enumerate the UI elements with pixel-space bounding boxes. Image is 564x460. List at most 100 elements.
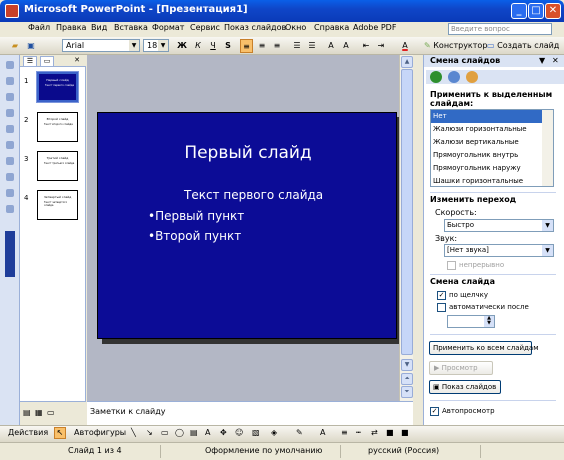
current-slide[interactable]: Первый слайд Текст первого слайда •Первы…: [97, 112, 397, 339]
tool-icon[interactable]: [6, 189, 14, 197]
menu-tools[interactable]: Сервис: [190, 23, 220, 32]
tab-slides[interactable]: ▭: [40, 56, 54, 67]
list-scrollbar[interactable]: [542, 110, 553, 186]
menu-help[interactable]: Справка: [314, 23, 349, 32]
scroll-up-icon[interactable]: ▲: [401, 56, 413, 68]
auto-advance-checkbox[interactable]: [437, 303, 446, 312]
save-icon[interactable]: ▣: [25, 39, 37, 53]
3d-style-icon[interactable]: ■: [401, 428, 409, 437]
vertical-scrollbar[interactable]: ▲ ▼ ⏶ ⏷: [399, 55, 413, 401]
transition-list[interactable]: Нет Жалюзи горизонтальные Жалюзи вертика…: [430, 109, 554, 187]
close-icon[interactable]: ✕: [70, 56, 84, 67]
increase-font-icon[interactable]: A: [325, 39, 337, 53]
home-icon[interactable]: [466, 71, 478, 83]
new-slide-button[interactable]: ▭ Создать слайд: [487, 39, 563, 53]
shadow-style-icon[interactable]: ■: [386, 428, 394, 437]
align-left-icon[interactable]: ≡: [240, 39, 253, 53]
normal-view-icon[interactable]: ▤: [23, 408, 31, 417]
select-pointer-icon[interactable]: ↖: [54, 427, 66, 439]
toolbar-handle-icon[interactable]: [6, 61, 14, 69]
next-slide-icon[interactable]: ⏷: [401, 386, 413, 398]
font-name-select[interactable]: Arial ▼: [62, 39, 140, 52]
autopreview-checkbox[interactable]: ✓: [430, 407, 439, 416]
on-click-checkbox[interactable]: ✓: [437, 291, 446, 300]
tool-icon[interactable]: [6, 157, 14, 165]
spinner-icon[interactable]: ▲ ▼: [484, 316, 494, 327]
loop-checkbox[interactable]: [447, 261, 456, 270]
tool-icon[interactable]: [6, 205, 14, 213]
slide-editing-area[interactable]: Первый слайд Текст первого слайда •Первы…: [87, 55, 413, 401]
tool-icon[interactable]: [6, 93, 14, 101]
slide-sorter-icon[interactable]: ▦: [35, 408, 43, 417]
clipart-icon[interactable]: ☺: [235, 428, 243, 437]
sound-select[interactable]: [Нет звука] ▼: [444, 244, 554, 257]
menu-format[interactable]: Формат: [152, 23, 184, 32]
bulleted-list-icon[interactable]: ☰: [306, 39, 318, 53]
font-color-icon[interactable]: A: [320, 428, 325, 437]
close-icon[interactable]: ✕: [552, 56, 559, 65]
previous-slide-icon[interactable]: ⏶: [401, 373, 413, 385]
fill-color-icon[interactable]: ◈: [271, 428, 277, 437]
design-button[interactable]: ✎ Конструктор: [424, 39, 494, 53]
slide-bullet[interactable]: •Первый пункт: [148, 209, 244, 223]
line-style-icon[interactable]: ≡: [341, 428, 348, 437]
open-icon[interactable]: ▰: [9, 39, 21, 53]
arrow-icon[interactable]: ↘: [146, 428, 153, 437]
list-item[interactable]: Жалюзи горизонтальные: [431, 123, 553, 136]
slide-thumbnail[interactable]: Второй слайд Текст второго слайда: [37, 112, 78, 142]
slide-bullet[interactable]: •Второй пункт: [148, 229, 241, 243]
bold-button[interactable]: Ж: [176, 39, 188, 53]
align-right-icon[interactable]: ≡: [271, 39, 283, 53]
font-size-select[interactable]: 18 ▼: [143, 39, 169, 52]
chevron-down-icon[interactable]: ▼: [539, 56, 545, 65]
tool-icon[interactable]: [6, 141, 14, 149]
tab-outline[interactable]: ☰: [23, 56, 37, 67]
wordart-icon[interactable]: A: [205, 428, 210, 437]
minimize-button[interactable]: _: [511, 3, 527, 19]
preview-button[interactable]: ▶ Просмотр: [429, 361, 493, 375]
apply-to-all-button[interactable]: Применить ко всем слайдам: [429, 341, 539, 355]
align-center-icon[interactable]: ≡: [256, 39, 268, 53]
help-search-input[interactable]: Введите вопрос: [448, 23, 552, 35]
line-color-icon[interactable]: ✎: [296, 428, 303, 437]
close-button[interactable]: ✕: [545, 3, 561, 19]
tool-icon[interactable]: [6, 173, 14, 181]
picture-icon[interactable]: ▧: [252, 428, 260, 437]
line-icon[interactable]: ╲: [131, 428, 136, 437]
list-item[interactable]: Шашки горизонтальные: [431, 175, 553, 186]
slideshow-view-icon[interactable]: ▭: [47, 408, 55, 417]
list-item[interactable]: Нет: [431, 110, 553, 123]
speed-select[interactable]: Быстро ▼: [444, 219, 554, 232]
menu-insert[interactable]: Вставка: [114, 23, 148, 32]
slide-title[interactable]: Первый слайд: [98, 143, 398, 163]
list-item[interactable]: Прямоугольник наружу: [431, 162, 553, 175]
slide-thumbnail[interactable]: Третий слайд Текст третьего слайда: [37, 151, 78, 181]
menu-file[interactable]: Файл: [28, 23, 50, 32]
italic-button[interactable]: К: [192, 39, 204, 53]
menu-slideshow[interactable]: Показ слайдов: [224, 23, 286, 32]
actions-menu[interactable]: Действия: [8, 428, 48, 437]
powerpoint-icon[interactable]: [5, 4, 19, 18]
list-item[interactable]: Жалюзи вертикальные: [431, 136, 553, 149]
numbered-list-icon[interactable]: ☰: [291, 39, 303, 53]
active-tool-indicator[interactable]: [5, 231, 15, 277]
textbox-icon[interactable]: ▤: [190, 428, 198, 437]
menu-view[interactable]: Вид: [91, 23, 107, 32]
outdent-icon[interactable]: ⇤: [360, 39, 372, 53]
slide-thumbnail[interactable]: Первый слайд Текст первого слайда: [36, 71, 79, 103]
slideshow-button[interactable]: ▣ Показ слайдов: [429, 380, 501, 394]
tool-icon[interactable]: [6, 77, 14, 85]
rectangle-icon[interactable]: ▭: [161, 428, 169, 437]
back-icon[interactable]: [430, 71, 442, 83]
dash-style-icon[interactable]: ┅: [356, 428, 361, 437]
slide-subtitle[interactable]: Текст первого слайда: [184, 188, 323, 202]
arrow-style-icon[interactable]: ⇄: [371, 428, 378, 437]
autoshapes-menu[interactable]: Автофигуры: [74, 428, 126, 437]
slide-thumbnail[interactable]: Четвертый слайд Текст четвертого слайда: [37, 190, 78, 220]
diagram-icon[interactable]: ✥: [220, 428, 227, 437]
tool-icon[interactable]: [6, 109, 14, 117]
menu-edit[interactable]: Правка: [56, 23, 86, 32]
scroll-down-icon[interactable]: ▼: [401, 359, 413, 371]
font-color-button[interactable]: A: [396, 39, 414, 53]
menu-window[interactable]: Окно: [285, 23, 306, 32]
